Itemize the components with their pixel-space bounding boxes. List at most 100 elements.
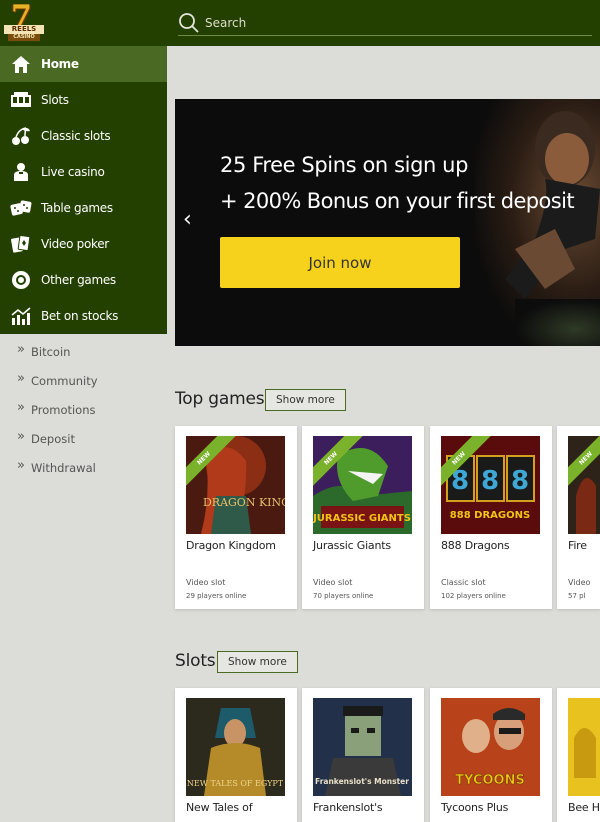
game-card-tycoons-plus[interactable]: TYCOONS Tycoons Plus xyxy=(430,688,552,822)
game-name: New Tales of xyxy=(186,801,253,814)
sidebar-link-label: Bitcoin xyxy=(31,345,71,359)
game-card-frankenslots-monster[interactable]: Frankenslot's Monster Frankenslot's xyxy=(302,688,424,822)
cherries-icon xyxy=(12,127,30,145)
game-card-new-tales-of-egypt[interactable]: NEW TALES OF EGYPT New Tales of xyxy=(175,688,297,822)
players-online: 102 players online xyxy=(441,592,506,600)
chevron-left-icon[interactable]: ‹ xyxy=(183,207,192,232)
game-thumbnail[interactable]: JURASSIC GIANTS NEW xyxy=(313,436,412,534)
game-thumbnail[interactable]: DRAGON KINGDOM NEW xyxy=(186,436,285,534)
sidebar-link-withdrawal[interactable]: » Withdrawal xyxy=(0,454,167,483)
game-thumbnail[interactable]: TYCOONS xyxy=(441,698,540,796)
section-title-slots: Slots xyxy=(175,651,216,671)
sidebar-item-slots[interactable]: Slots xyxy=(0,82,167,118)
sidebar-item-classic-slots[interactable]: Classic slots xyxy=(0,118,167,154)
game-name: Jurassic Giants xyxy=(313,539,391,552)
game-thumbnail[interactable]: Frankenslot's Monster xyxy=(313,698,412,796)
logo-casino: CASINO xyxy=(8,34,40,41)
art-text: DRAGON KINGDOM xyxy=(203,496,285,509)
chevron-right-icon: » xyxy=(17,458,25,473)
sidebar-item-label: Bet on stocks xyxy=(41,309,119,323)
sidebar-item-bet-on-stocks[interactable]: Bet on stocks xyxy=(0,298,167,334)
game-card-fire[interactable]: NEW Fire Video 57 pl xyxy=(557,426,600,609)
game-name: Dragon Kingdom xyxy=(186,539,276,552)
logo-reels: REELS xyxy=(4,25,44,34)
site-logo[interactable]: 7 REELS CASINO xyxy=(3,0,45,43)
sidebar-main-nav: Slots Classic slots Live casino Table ga… xyxy=(0,82,167,334)
game-thumbnail[interactable]: NEW xyxy=(568,436,600,534)
sidebar-links: » Bitcoin » Community » Promotions » Dep… xyxy=(0,334,167,483)
frankenslots-monster-art: Frankenslot's Monster xyxy=(313,698,412,796)
sidebar-item-label: Live casino xyxy=(41,165,105,179)
sidebar-item-video-poker[interactable]: Video poker xyxy=(0,226,167,262)
svg-text:8: 8 xyxy=(481,466,499,496)
search-input[interactable]: Search xyxy=(205,16,246,30)
sidebar-link-bitcoin[interactable]: » Bitcoin xyxy=(0,338,167,367)
chevron-right-icon: » xyxy=(17,429,25,444)
tycoons-plus-art: TYCOONS xyxy=(441,698,540,796)
sidebar-item-label: Classic slots xyxy=(41,129,111,143)
sidebar-item-label: Slots xyxy=(41,93,69,107)
top-bar: 7 REELS CASINO Search xyxy=(0,0,600,46)
search-icon xyxy=(179,13,199,33)
chip-icon xyxy=(12,271,30,289)
sidebar-item-label: Table games xyxy=(41,201,113,215)
players-online: 70 players online xyxy=(313,592,374,600)
art-text: Frankenslot's Monster xyxy=(315,777,409,786)
game-thumbnail[interactable] xyxy=(568,698,600,796)
sidebar-item-label: Video poker xyxy=(41,237,109,251)
sidebar-link-deposit[interactable]: » Deposit xyxy=(0,425,167,454)
chevron-right-icon: » xyxy=(17,371,25,386)
sidebar-link-label: Promotions xyxy=(31,403,96,417)
game-name: Fire xyxy=(568,539,587,552)
join-now-button[interactable]: Join now xyxy=(220,237,460,288)
game-thumbnail[interactable]: 8 8 8 888 DRAGONS NEW xyxy=(441,436,540,534)
sidebar-link-label: Deposit xyxy=(31,432,75,446)
bee-art xyxy=(568,698,600,796)
game-name: Bee H xyxy=(568,801,600,814)
game-name: Tycoons Plus xyxy=(441,801,509,814)
chevron-right-icon: » xyxy=(17,342,25,357)
chevron-right-icon: » xyxy=(17,400,25,415)
banner-headline-1: 25 Free Spins on sign up xyxy=(220,153,469,177)
promo-banner[interactable]: 25 Free Spins on sign up + 200% Bonus on… xyxy=(175,99,600,346)
sidebar-item-home[interactable]: Home xyxy=(0,46,167,82)
svg-text:8: 8 xyxy=(511,466,529,496)
search-bar[interactable]: Search xyxy=(178,12,592,36)
slots-show-more-button[interactable]: Show more xyxy=(217,651,298,673)
game-name: Frankenslot's xyxy=(313,801,383,814)
players-online: 29 players online xyxy=(186,592,247,600)
game-card-bee-h[interactable]: Bee H xyxy=(557,688,600,822)
section-title-top-games: Top games xyxy=(175,389,265,409)
sidebar-item-label: Home xyxy=(41,57,79,71)
sidebar-link-label: Withdrawal xyxy=(31,461,96,475)
sidebar: Home Slots Classic slots Live casino Tab… xyxy=(0,46,167,483)
cards-icon xyxy=(11,235,31,253)
game-type: Classic slot xyxy=(441,578,486,587)
game-type: Video xyxy=(568,578,591,587)
art-text: TYCOONS xyxy=(455,773,525,788)
game-card-888-dragons[interactable]: 8 8 8 888 DRAGONS NEW 888 Dragons Classi… xyxy=(430,426,552,609)
sidebar-item-other-games[interactable]: Other games xyxy=(0,262,167,298)
home-icon xyxy=(12,56,30,73)
game-card-jurassic-giants[interactable]: JURASSIC GIANTS NEW Jurassic Giants Vide… xyxy=(302,426,424,609)
art-text: NEW TALES OF EGYPT xyxy=(187,779,284,788)
players-online: 57 pl xyxy=(568,592,586,600)
banner-headline-2: + 200% Bonus on your first deposit xyxy=(220,189,575,213)
sidebar-item-table-games[interactable]: Table games xyxy=(0,190,167,226)
top-games-show-more-button[interactable]: Show more xyxy=(265,389,346,411)
stock-chart-icon xyxy=(11,307,31,325)
sidebar-link-label: Community xyxy=(31,374,98,388)
sidebar-link-promotions[interactable]: » Promotions xyxy=(0,396,167,425)
banner-player-image xyxy=(505,111,600,299)
dealer-icon xyxy=(14,163,28,181)
dice-icon xyxy=(10,200,32,216)
slot-machine-icon xyxy=(11,92,31,107)
sidebar-link-community[interactable]: » Community xyxy=(0,367,167,396)
art-text: JURASSIC GIANTS xyxy=(313,513,411,524)
sidebar-item-live-casino[interactable]: Live casino xyxy=(0,154,167,190)
game-thumbnail[interactable]: NEW TALES OF EGYPT xyxy=(186,698,285,796)
game-type: Video slot xyxy=(313,578,353,587)
game-card-dragon-kingdom[interactable]: DRAGON KINGDOM NEW Dragon Kingdom Video … xyxy=(175,426,297,609)
new-tales-of-egypt-art: NEW TALES OF EGYPT xyxy=(186,698,285,796)
art-text: 888 DRAGONS xyxy=(450,510,530,521)
